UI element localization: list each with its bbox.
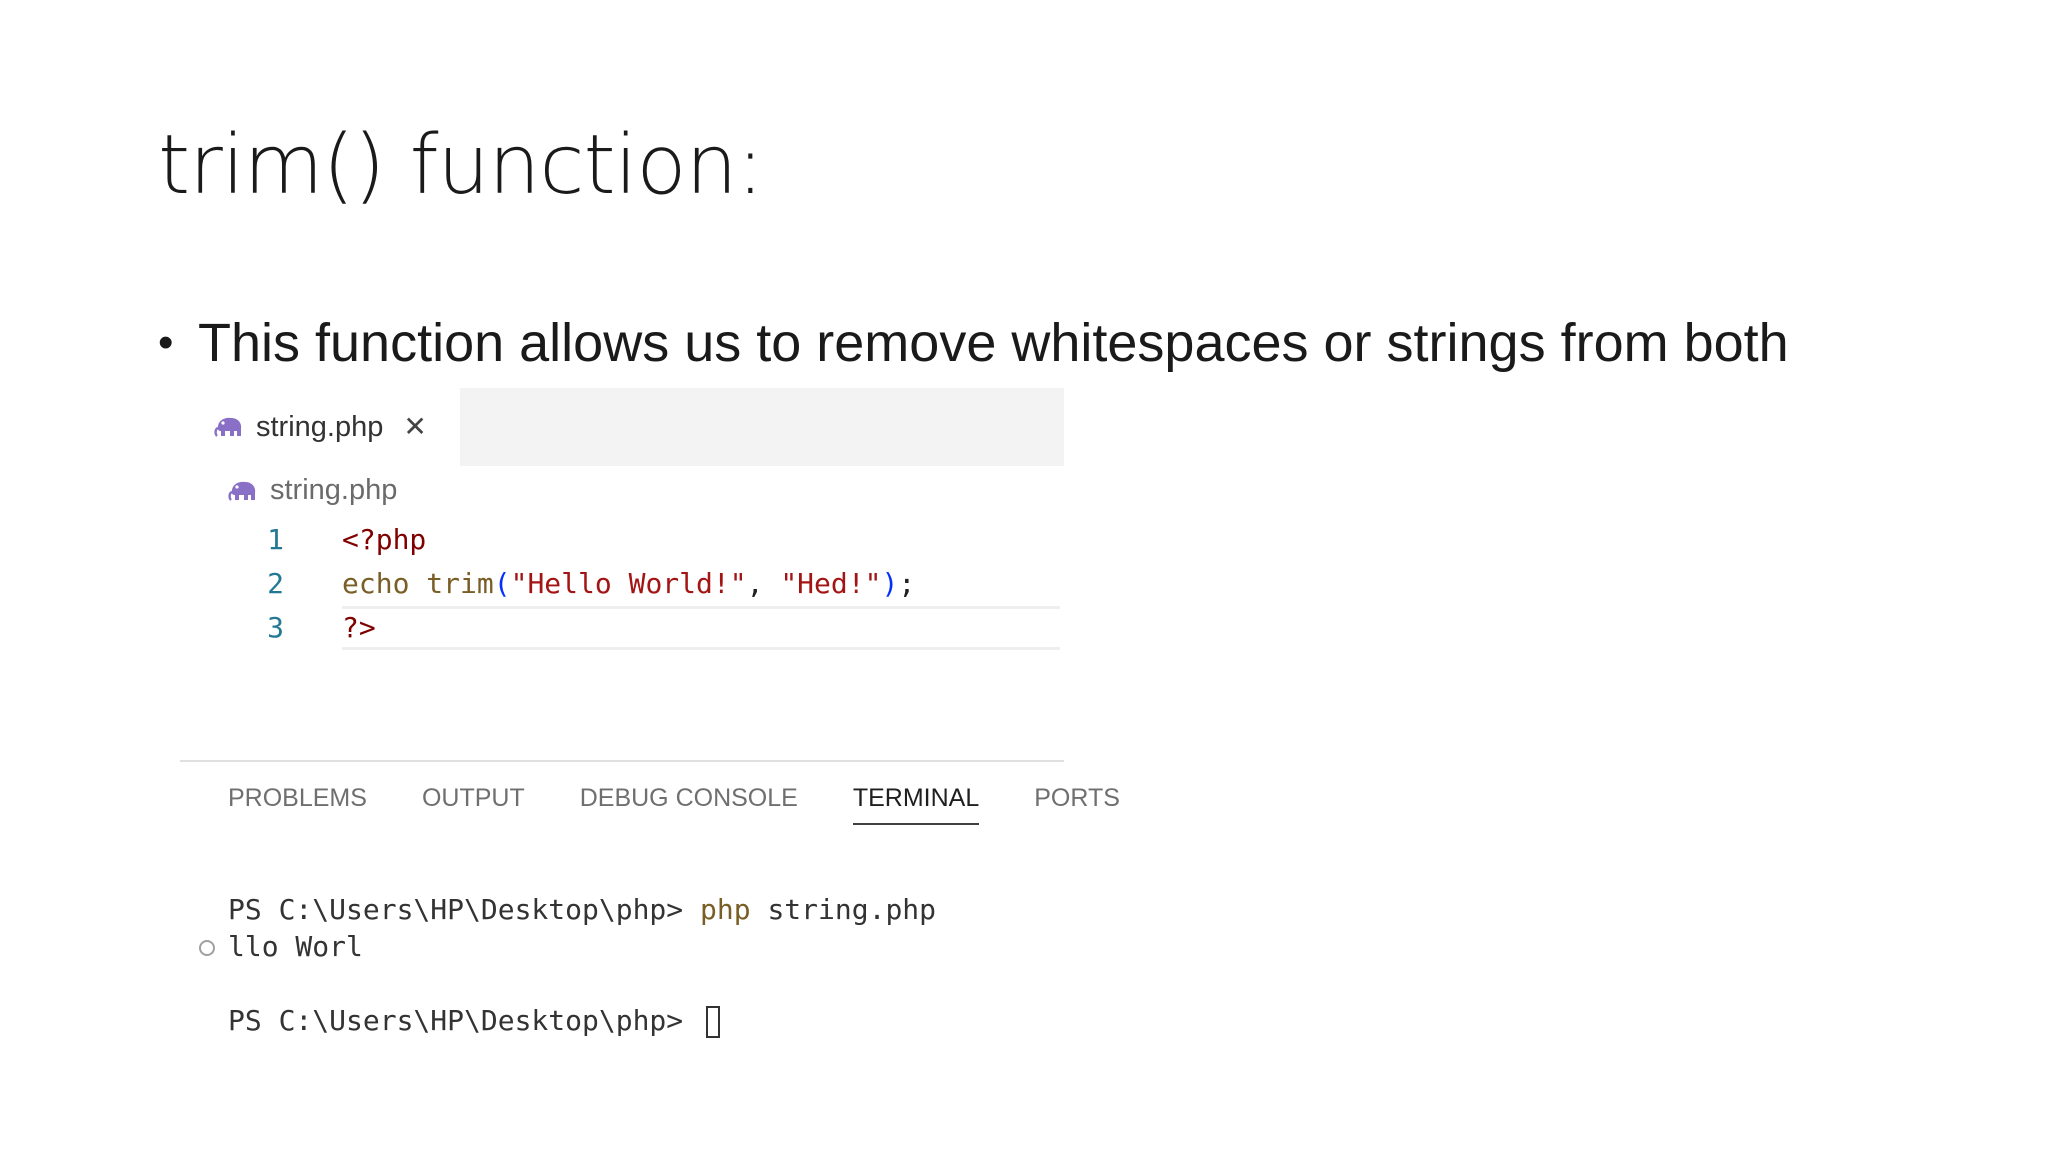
string-arg-1: "Hello World!" — [510, 567, 747, 600]
code-text: <?php — [342, 518, 426, 562]
bullet-text: This function allows us to remove whites… — [198, 313, 1789, 373]
code-text: echo trim("Hello World!", "Hed!"); — [342, 562, 915, 606]
breadcrumb[interactable]: string.php — [228, 474, 397, 507]
semicolon: ; — [898, 567, 916, 600]
code-line: 1 <?php — [180, 518, 1064, 562]
function-name: trim — [426, 567, 494, 600]
breadcrumb-file-name: string.php — [270, 474, 398, 506]
line-number: 1 — [267, 523, 284, 556]
terminal-prompt: PS C:\Users\HP\Desktop\php> — [228, 1004, 701, 1037]
terminal-cursor — [706, 1006, 721, 1038]
panel-tab-bar: PROBLEMS OUTPUT DEBUG CONSOLE TERMINAL P… — [228, 784, 1175, 825]
editor-tab-bar: string.php ✕ — [180, 388, 1064, 466]
echo-keyword: echo — [342, 567, 410, 600]
bullet-point: • This function allows us to remove whit… — [158, 312, 1789, 374]
code-text-current-line: ?> — [342, 606, 1060, 650]
php-elephant-icon — [214, 415, 244, 439]
tab-output[interactable]: OUTPUT — [422, 784, 525, 825]
bullet-dot: • — [158, 318, 174, 367]
open-paren: ( — [493, 567, 511, 600]
vscode-screenshot: string.php ✕ string.php 1 <?php 2 echo t… — [180, 388, 1120, 1038]
circle-icon — [199, 940, 215, 956]
tab-terminal[interactable]: TERMINAL — [852, 784, 980, 825]
terminal-line: PS C:\Users\HP\Desktop\php> — [180, 928, 1064, 1038]
tab-ports[interactable]: PORTS — [1034, 784, 1120, 825]
editor-tab-string-php[interactable]: string.php ✕ — [180, 388, 460, 466]
tab-debug-console[interactable]: DEBUG CONSOLE — [580, 784, 798, 825]
string-arg-2: "Hed!" — [780, 567, 882, 600]
terminal-line: PS C:\Users\HP\Desktop\php> php string.p… — [180, 854, 1064, 926]
close-paren: ) — [881, 567, 899, 600]
php-close-tag: ?> — [342, 611, 376, 644]
slide-title: trim() function: — [158, 118, 764, 213]
comma: , — [746, 567, 781, 600]
terminal-line: llo Worl — [180, 891, 1064, 963]
tab-bar-empty-area — [460, 388, 1064, 466]
php-open-tag: <?php — [342, 523, 427, 556]
line-number: 2 — [267, 567, 284, 600]
terminal[interactable]: PS C:\Users\HP\Desktop\php> php string.p… — [180, 854, 1064, 1038]
code-line: 2 echo trim("Hello World!", "Hed!"); — [180, 562, 1064, 606]
line-number: 3 — [267, 611, 284, 644]
close-icon[interactable]: ✕ — [403, 413, 426, 441]
php-elephant-icon — [228, 479, 258, 503]
panel-divider — [180, 760, 1064, 762]
code-line: 3 ?> — [180, 606, 1064, 650]
code-editor[interactable]: 1 <?php 2 echo trim("Hello World!", "Hed… — [180, 518, 1064, 650]
terminal-text: PS C:\Users\HP\Desktop\php> — [228, 1002, 721, 1039]
tab-problems[interactable]: PROBLEMS — [228, 784, 367, 825]
tab-file-name: string.php — [256, 410, 384, 443]
